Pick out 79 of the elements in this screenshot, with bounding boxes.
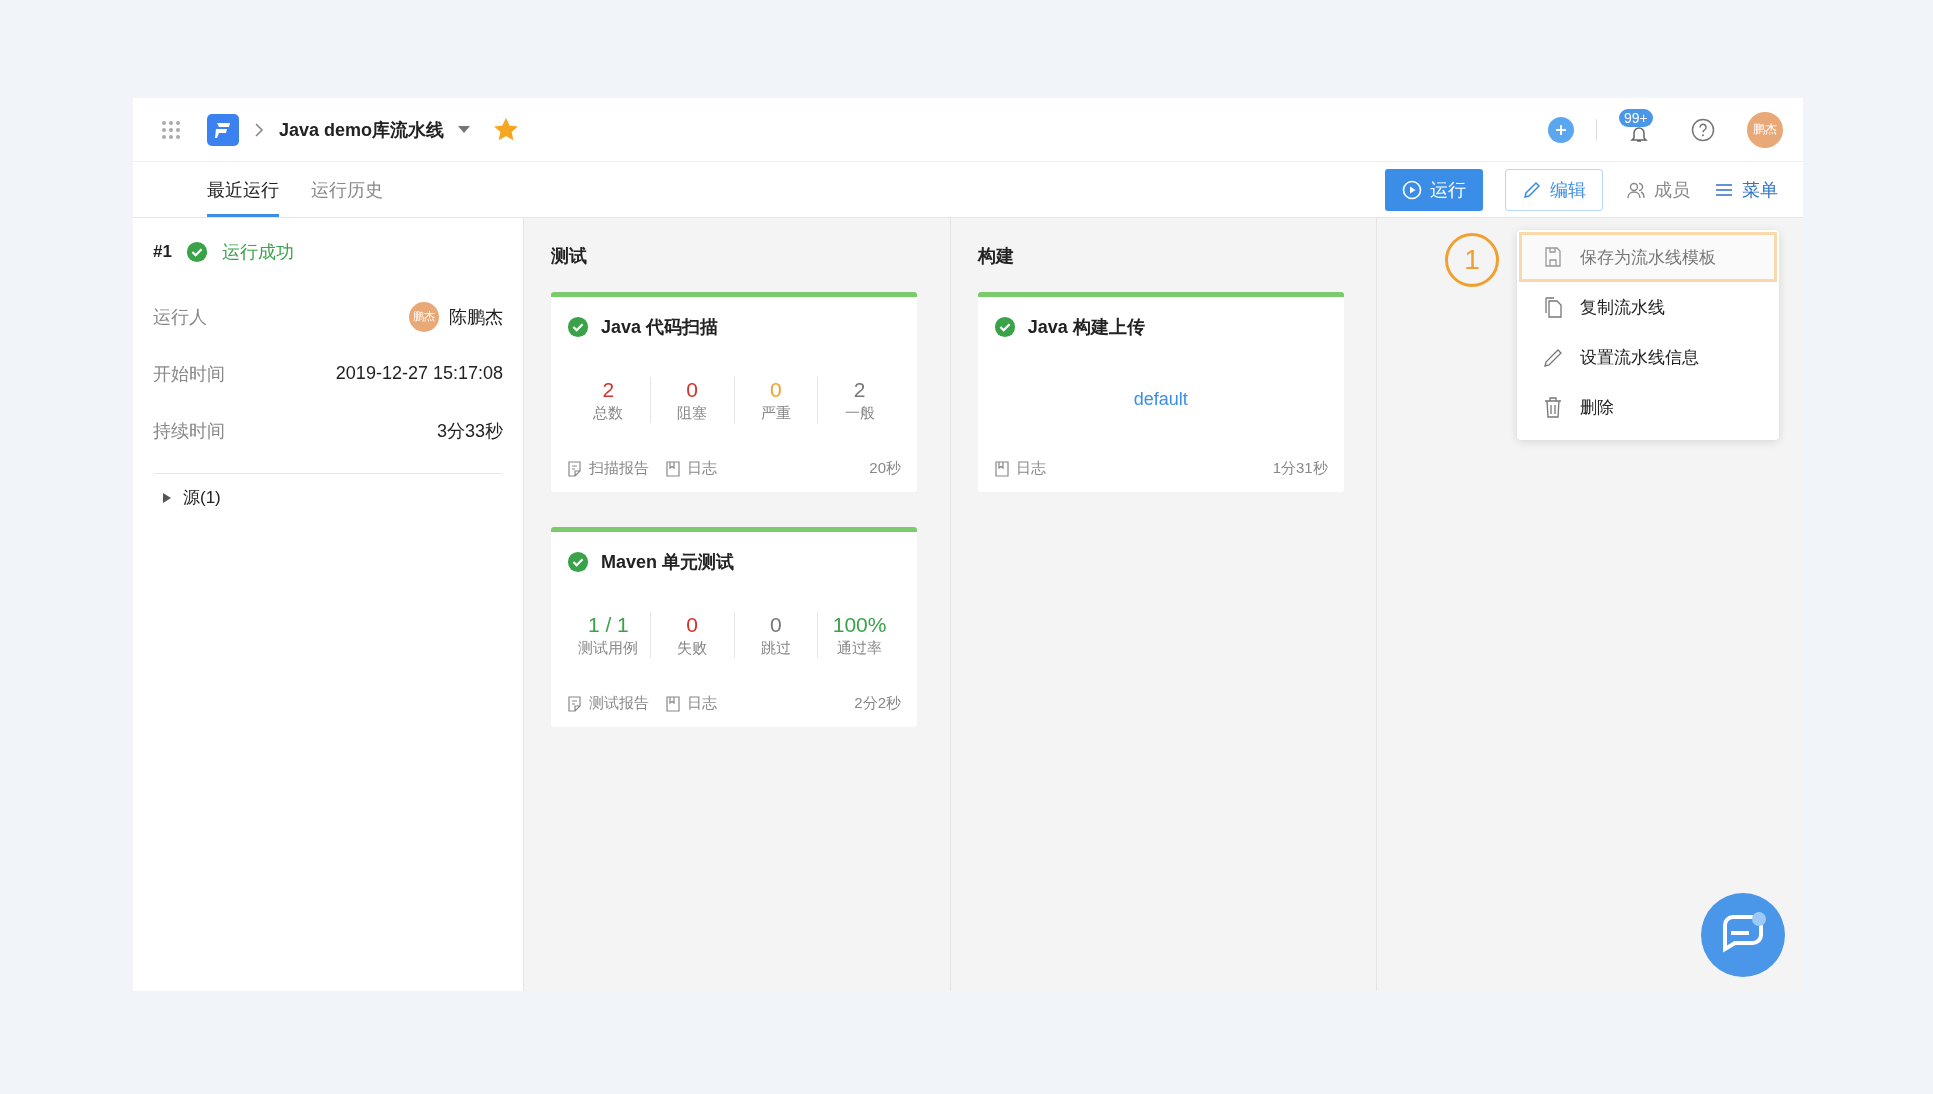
pencil-icon bbox=[1522, 179, 1542, 200]
card-link[interactable]: 日志 bbox=[993, 459, 1046, 478]
metric-label: 跳过 bbox=[760, 638, 791, 658]
star-icon[interactable] bbox=[494, 117, 519, 142]
action-button[interactable]: 编辑 bbox=[1505, 168, 1603, 211]
book-icon bbox=[993, 460, 1010, 477]
metric-label: 总数 bbox=[593, 403, 624, 423]
job-duration: 1分31秒 bbox=[1272, 459, 1328, 478]
document-icon bbox=[567, 695, 583, 712]
card-link[interactable]: 测试报告 bbox=[567, 694, 649, 713]
branch-link[interactable]: default bbox=[1133, 388, 1188, 410]
field-label: 持续时间 bbox=[153, 419, 225, 443]
document-icon bbox=[567, 460, 583, 477]
metric-label: 严重 bbox=[760, 403, 791, 423]
menu-item[interactable]: 保存为流水线模板 bbox=[1519, 232, 1777, 282]
job-duration: 2分2秒 bbox=[854, 694, 901, 713]
menu-item[interactable]: 复制流水线 bbox=[1519, 282, 1777, 332]
caret-down-icon[interactable] bbox=[458, 125, 471, 134]
metric-value: 0 bbox=[686, 612, 698, 637]
check-circle-icon bbox=[567, 316, 589, 338]
check-circle-icon bbox=[567, 551, 589, 573]
metric-label: 一般 bbox=[844, 403, 875, 423]
chat-icon[interactable] bbox=[1701, 893, 1785, 977]
step-marker: 1 bbox=[1445, 233, 1499, 287]
app-logo-icon[interactable] bbox=[207, 113, 239, 146]
check-circle-icon bbox=[185, 241, 208, 263]
metric-value: 100% bbox=[832, 612, 887, 637]
book-icon bbox=[665, 460, 681, 477]
source-toggle[interactable]: 源(1) bbox=[153, 486, 503, 509]
tab[interactable]: 最近运行 bbox=[207, 162, 279, 217]
action-button[interactable]: 运行 bbox=[1385, 168, 1483, 211]
metric-label: 测试用例 bbox=[578, 638, 639, 658]
stage-title: 测试 bbox=[551, 245, 588, 268]
job-card[interactable]: Java 代码扫描 2 总数 0 阻塞 0 严重 2 一般 扫描报告 日志 20秒 bbox=[551, 292, 917, 492]
notification-badge: 99+ bbox=[1619, 108, 1653, 127]
field-value: 3分33秒 bbox=[436, 419, 503, 443]
metric-value: 0 bbox=[686, 377, 698, 402]
check-circle-icon bbox=[993, 316, 1016, 338]
bell-icon[interactable] bbox=[1630, 124, 1648, 143]
metric-label: 失败 bbox=[677, 638, 708, 658]
job-duration: 20秒 bbox=[869, 459, 901, 478]
run-number: #1 bbox=[153, 242, 172, 262]
metric-label: 阻塞 bbox=[677, 403, 708, 423]
apps-grid-icon[interactable] bbox=[161, 119, 181, 140]
action-button[interactable]: 成员 bbox=[1625, 168, 1691, 211]
job-card[interactable]: Maven 单元测试 1 / 1 测试用例 0 失败 0 跳过 100% 通过率 测试报告 日志 2分2秒 bbox=[551, 527, 917, 727]
metric-value: 1 / 1 bbox=[587, 612, 629, 637]
add-icon[interactable] bbox=[1548, 116, 1574, 143]
card-link[interactable]: 扫描报告 bbox=[567, 459, 649, 478]
field-label: 运行人 bbox=[153, 305, 207, 329]
menu-button[interactable]: 菜单 bbox=[1713, 168, 1779, 211]
field-value: 陈鹏杰 bbox=[449, 305, 503, 329]
metric-value: 2 bbox=[853, 377, 866, 402]
field-value: 2019-12-27 15:17:08 bbox=[335, 363, 503, 384]
menu-item[interactable]: 设置流水线信息 bbox=[1519, 332, 1777, 382]
job-card[interactable]: Java 构建上传 default 日志 1分31秒 bbox=[977, 292, 1344, 492]
trash-icon bbox=[1542, 396, 1564, 418]
metric-value: 0 bbox=[770, 377, 782, 402]
play-icon bbox=[1402, 179, 1422, 200]
field-label: 开始时间 bbox=[153, 362, 225, 386]
job-title: Java 构建上传 bbox=[1027, 316, 1145, 339]
copy-icon bbox=[1542, 296, 1564, 318]
save-icon bbox=[1542, 246, 1564, 268]
card-link[interactable]: 日志 bbox=[665, 459, 717, 478]
chevron-right-icon bbox=[253, 122, 265, 137]
job-title: Maven 单元测试 bbox=[601, 551, 735, 574]
metric-value: 2 bbox=[602, 377, 615, 402]
user-avatar: 鹏杰 bbox=[409, 301, 439, 332]
card-link[interactable]: 日志 bbox=[665, 694, 717, 713]
run-status: 运行成功 bbox=[221, 241, 294, 264]
metric-label: 通过率 bbox=[837, 638, 883, 658]
job-title: Java 代码扫描 bbox=[601, 316, 719, 339]
book-icon bbox=[665, 695, 681, 712]
tab[interactable]: 运行历史 bbox=[311, 162, 383, 217]
menu-item[interactable]: 删除 bbox=[1519, 382, 1777, 432]
help-icon[interactable] bbox=[1691, 117, 1715, 142]
stage-title: 构建 bbox=[977, 245, 1015, 268]
pipeline-name[interactable]: Java demo库流水线 bbox=[279, 117, 445, 142]
metric-value: 0 bbox=[770, 612, 782, 637]
